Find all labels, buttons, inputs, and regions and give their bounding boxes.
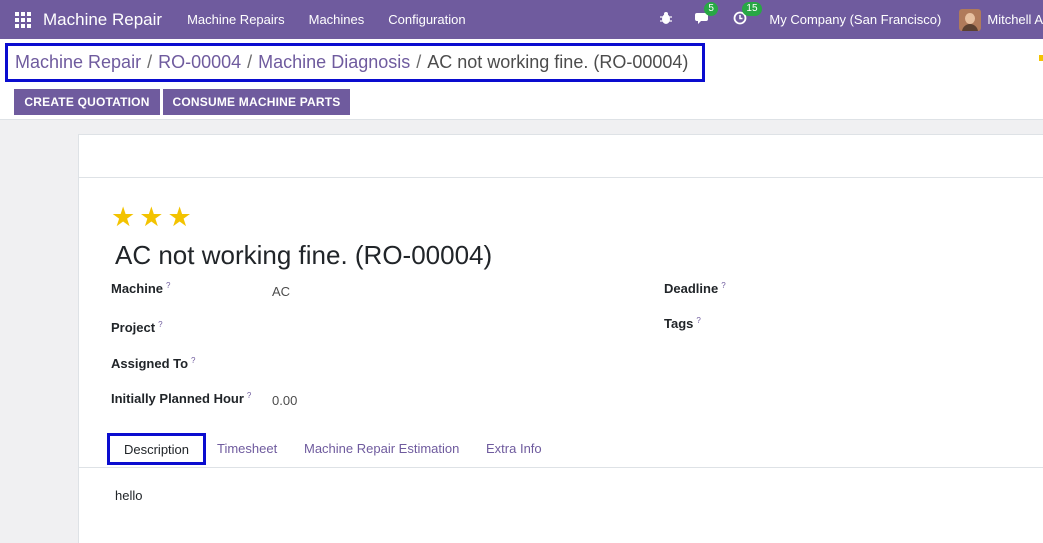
help-icon[interactable]: ? [721,281,725,290]
messages-badge: 5 [704,2,718,16]
menu-configuration[interactable]: Configuration [388,12,465,27]
tab-machine-repair-estimation[interactable]: Machine Repair Estimation [304,441,459,456]
planned-hours-label: Initially Planned Hour? [111,391,252,406]
avatar[interactable] [959,8,982,31]
deadline-label: Deadline? [664,281,726,296]
breadcrumb-current: AC not working fine. (RO-00004) [427,52,689,72]
bug-icon[interactable] [659,11,673,28]
clock-icon[interactable]: 15 [733,2,762,28]
favorite-star-icon[interactable] [1039,55,1043,61]
breadcrumb-machine-diagnosis[interactable]: Machine Diagnosis [258,52,410,73]
statusbar-divider [79,177,1043,178]
assigned-to-label: Assigned To? [111,356,196,371]
project-field[interactable] [272,320,632,336]
tags-label: Tags? [664,316,701,331]
menu-machines[interactable]: Machines [309,12,365,27]
chat-icon[interactable]: 5 [695,2,718,28]
help-icon[interactable]: ? [191,356,195,365]
assigned-to-field[interactable] [272,356,632,372]
tags-field[interactable] [819,316,1019,332]
record-title[interactable]: AC not working fine. (RO-00004) [115,240,492,271]
company-switcher[interactable]: My Company (San Francisco) [769,12,941,27]
tab-timesheet[interactable]: Timesheet [217,441,277,456]
help-icon[interactable]: ? [166,281,170,290]
tab-description[interactable]: Description [107,433,206,465]
help-icon[interactable]: ? [247,391,251,400]
breadcrumb-ro-00004[interactable]: RO-00004 [158,52,241,73]
consume-machine-parts-button[interactable]: CONSUME MACHINE PARTS [163,89,350,115]
breadcrumb-machine-repair[interactable]: Machine Repair [15,52,141,73]
priority-stars[interactable]: ★ ★ ★ [111,203,192,231]
star-icon[interactable]: ★ [111,203,135,231]
help-icon[interactable]: ? [158,320,162,329]
machine-field[interactable]: AC [272,284,290,299]
description-editor[interactable]: hello [115,488,142,503]
top-navbar: Machine Repair Machine Repairs Machines … [0,0,1043,39]
tab-extra-info[interactable]: Extra Info [486,441,542,456]
menu-machine-repairs[interactable]: Machine Repairs [187,12,285,27]
machine-label: Machine? [111,281,171,296]
create-quotation-button[interactable]: CREATE QUOTATION [14,89,160,115]
planned-hours-field[interactable]: 0.00 [272,393,297,408]
form-sheet: ★ ★ ★ AC not working fine. (RO-00004) Ma… [78,134,1043,543]
project-label: Project? [111,320,163,335]
breadcrumb: Machine Repair / RO-00004 / Machine Diag… [5,43,705,82]
app-name[interactable]: Machine Repair [43,10,162,30]
user-menu[interactable]: Mitchell A [987,12,1043,27]
activities-badge: 15 [742,2,762,16]
apps-grid-icon[interactable] [15,11,31,28]
control-panel: Machine Repair / RO-00004 / Machine Diag… [0,39,1043,120]
star-icon[interactable]: ★ [139,203,163,231]
help-icon[interactable]: ? [696,316,700,325]
star-icon[interactable]: ★ [167,203,191,231]
tabs-divider [79,467,1043,468]
deadline-field[interactable] [819,281,1019,297]
